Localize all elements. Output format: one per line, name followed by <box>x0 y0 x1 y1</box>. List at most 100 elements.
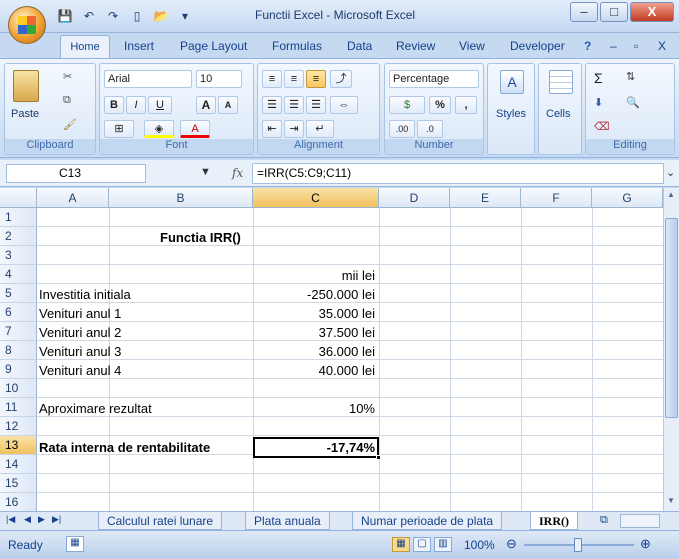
column-header-g[interactable]: G <box>592 188 663 208</box>
autosum-button[interactable]: Σ <box>594 70 603 86</box>
font-size-select[interactable]: 10 <box>196 70 242 88</box>
row-header-15[interactable]: 15 <box>0 474 37 493</box>
row-header-5[interactable]: 5 <box>0 284 37 303</box>
row-header-14[interactable]: 14 <box>0 455 37 474</box>
cell-c9[interactable]: 40.000 lei <box>253 361 375 380</box>
expand-formula-icon[interactable]: ⌄ <box>666 166 675 179</box>
shrink-font-button[interactable]: A <box>218 96 238 114</box>
ribbon-minimize-icon[interactable]: – <box>610 39 617 53</box>
zoom-slider-thumb[interactable] <box>574 538 582 552</box>
bold-button[interactable]: B <box>104 96 124 114</box>
sheet-tab-irr[interactable]: IRR() <box>530 512 578 530</box>
styles-button[interactable]: Styles <box>496 108 526 120</box>
comma-button[interactable]: , <box>455 96 477 114</box>
cell-a8[interactable]: Venituri anul 3 <box>39 342 121 361</box>
sheet-tab-calculul-ratei-lunare[interactable]: Calculul ratei lunare <box>98 512 223 530</box>
cell-c11[interactable]: 10% <box>253 399 375 418</box>
tab-review[interactable]: Review <box>396 39 435 53</box>
horizontal-scrollbar[interactable] <box>620 514 660 528</box>
redo-icon[interactable]: ↷ <box>104 9 122 23</box>
row-header-10[interactable]: 10 <box>0 379 37 398</box>
wrap-text-icon[interactable]: ↵ <box>306 120 334 138</box>
customize-qat-icon[interactable]: ▾ <box>176 9 194 23</box>
zoom-in-icon[interactable]: ⊕ <box>640 536 651 552</box>
number-format-select[interactable]: Percentage <box>389 70 479 88</box>
minimize-button[interactable]: – <box>570 2 598 22</box>
italic-button[interactable]: I <box>126 96 146 114</box>
row-header-3[interactable]: 3 <box>0 246 37 265</box>
underline-button[interactable]: U <box>148 96 172 114</box>
column-header-e[interactable]: E <box>450 188 521 208</box>
align-middle-icon[interactable]: ≡ <box>284 70 304 88</box>
office-button[interactable] <box>8 6 46 44</box>
scroll-up-icon[interactable]: ▲ <box>667 190 675 199</box>
orientation-icon[interactable]: ⤴ <box>330 70 352 88</box>
tab-page-layout[interactable]: Page Layout <box>180 39 247 53</box>
align-left-icon[interactable]: ☰ <box>262 96 282 114</box>
fill-icon[interactable]: ⬇ <box>594 96 603 109</box>
paste-icon[interactable] <box>13 70 39 102</box>
tab-view[interactable]: View <box>459 39 485 53</box>
fill-color-icon[interactable]: ◈ <box>144 120 174 138</box>
row-header-6[interactable]: 6 <box>0 303 37 322</box>
cell-c5[interactable]: -250.000 lei <box>253 285 375 304</box>
clear-icon[interactable]: ⌫ <box>594 120 610 133</box>
percent-button[interactable]: % <box>429 96 451 114</box>
cell-a6[interactable]: Venituri anul 1 <box>39 304 121 323</box>
grow-font-button[interactable]: A <box>196 96 216 114</box>
cell-a13[interactable]: Rata interna de rentabilitate <box>39 438 210 457</box>
copy-icon[interactable]: ⧉ <box>63 94 71 107</box>
insert-function-button[interactable]: fx <box>232 166 243 180</box>
cell-a11[interactable]: Aproximare rezultat <box>39 399 152 418</box>
insert-sheet-icon[interactable]: ⧉ <box>600 514 608 527</box>
tab-formulas[interactable]: Formulas <box>272 39 322 53</box>
styles-icon[interactable]: A <box>500 70 524 94</box>
increase-decimal-icon[interactable]: .00 <box>389 120 415 138</box>
cell-c4[interactable]: mii lei <box>253 266 375 285</box>
cells-icon[interactable] <box>549 70 573 94</box>
borders-icon[interactable]: ⊞ <box>104 120 134 138</box>
increase-indent-icon[interactable]: ⇥ <box>284 120 304 138</box>
row-header-9[interactable]: 9 <box>0 360 37 379</box>
cell-c13[interactable]: -17,74% <box>253 438 375 457</box>
prev-sheet-icon[interactable]: ◀ <box>24 514 31 525</box>
row-header-4[interactable]: 4 <box>0 265 37 284</box>
first-sheet-icon[interactable]: |◀ <box>6 514 15 525</box>
help-icon[interactable]: ? <box>584 39 591 53</box>
save-icon[interactable]: 💾 <box>56 9 74 23</box>
cell-c8[interactable]: 36.000 lei <box>253 342 375 361</box>
select-all-corner[interactable] <box>0 188 37 208</box>
tab-insert[interactable]: Insert <box>124 39 154 53</box>
scroll-down-icon[interactable]: ▼ <box>667 496 675 505</box>
tab-home[interactable]: Home <box>60 35 110 60</box>
column-header-c[interactable]: C <box>253 188 379 208</box>
row-header-1[interactable]: 1 <box>0 208 37 227</box>
zoom-level[interactable]: 100% <box>464 538 495 552</box>
cut-icon[interactable]: ✂ <box>63 70 72 83</box>
cell-a7[interactable]: Venituri anul 2 <box>39 323 121 342</box>
formula-input[interactable]: =IRR(C5:C9;C11) <box>252 163 664 184</box>
new-icon[interactable]: ▯ <box>128 9 146 23</box>
align-top-icon[interactable]: ≡ <box>262 70 282 88</box>
cell-c6[interactable]: 35.000 lei <box>253 304 375 323</box>
find-select-icon[interactable]: 🔍 <box>626 96 640 109</box>
cells-button[interactable]: Cells <box>546 108 570 120</box>
open-icon[interactable]: 📂 <box>152 9 170 23</box>
page-layout-view-icon[interactable]: ▢ <box>413 537 431 552</box>
sort-filter-icon[interactable]: ⇅ <box>626 70 635 83</box>
cell-a9[interactable]: Venituri anul 4 <box>39 361 121 380</box>
spreadsheet-grid[interactable]: A B C D E F G 1 2 3 4 5 6 7 8 9 10 11 12 13 14 15 16 Fu… <box>0 188 663 511</box>
sheet-tab-numar-perioade[interactable]: Numar perioade de plata <box>352 512 503 530</box>
row-header-7[interactable]: 7 <box>0 322 37 341</box>
ribbon-close-icon[interactable]: X <box>658 39 666 53</box>
row-header-13[interactable]: 13 <box>0 436 37 455</box>
cell-a5[interactable]: Investitia initiala <box>39 285 131 304</box>
column-header-a[interactable]: A <box>37 188 109 208</box>
font-name-select[interactable]: Arial <box>104 70 192 88</box>
row-header-8[interactable]: 8 <box>0 341 37 360</box>
ribbon-restore-icon[interactable]: ▫ <box>634 39 638 53</box>
column-header-b[interactable]: B <box>109 188 253 208</box>
column-header-f[interactable]: F <box>521 188 592 208</box>
normal-view-icon[interactable]: ▦ <box>392 537 410 552</box>
tab-data[interactable]: Data <box>347 39 372 53</box>
